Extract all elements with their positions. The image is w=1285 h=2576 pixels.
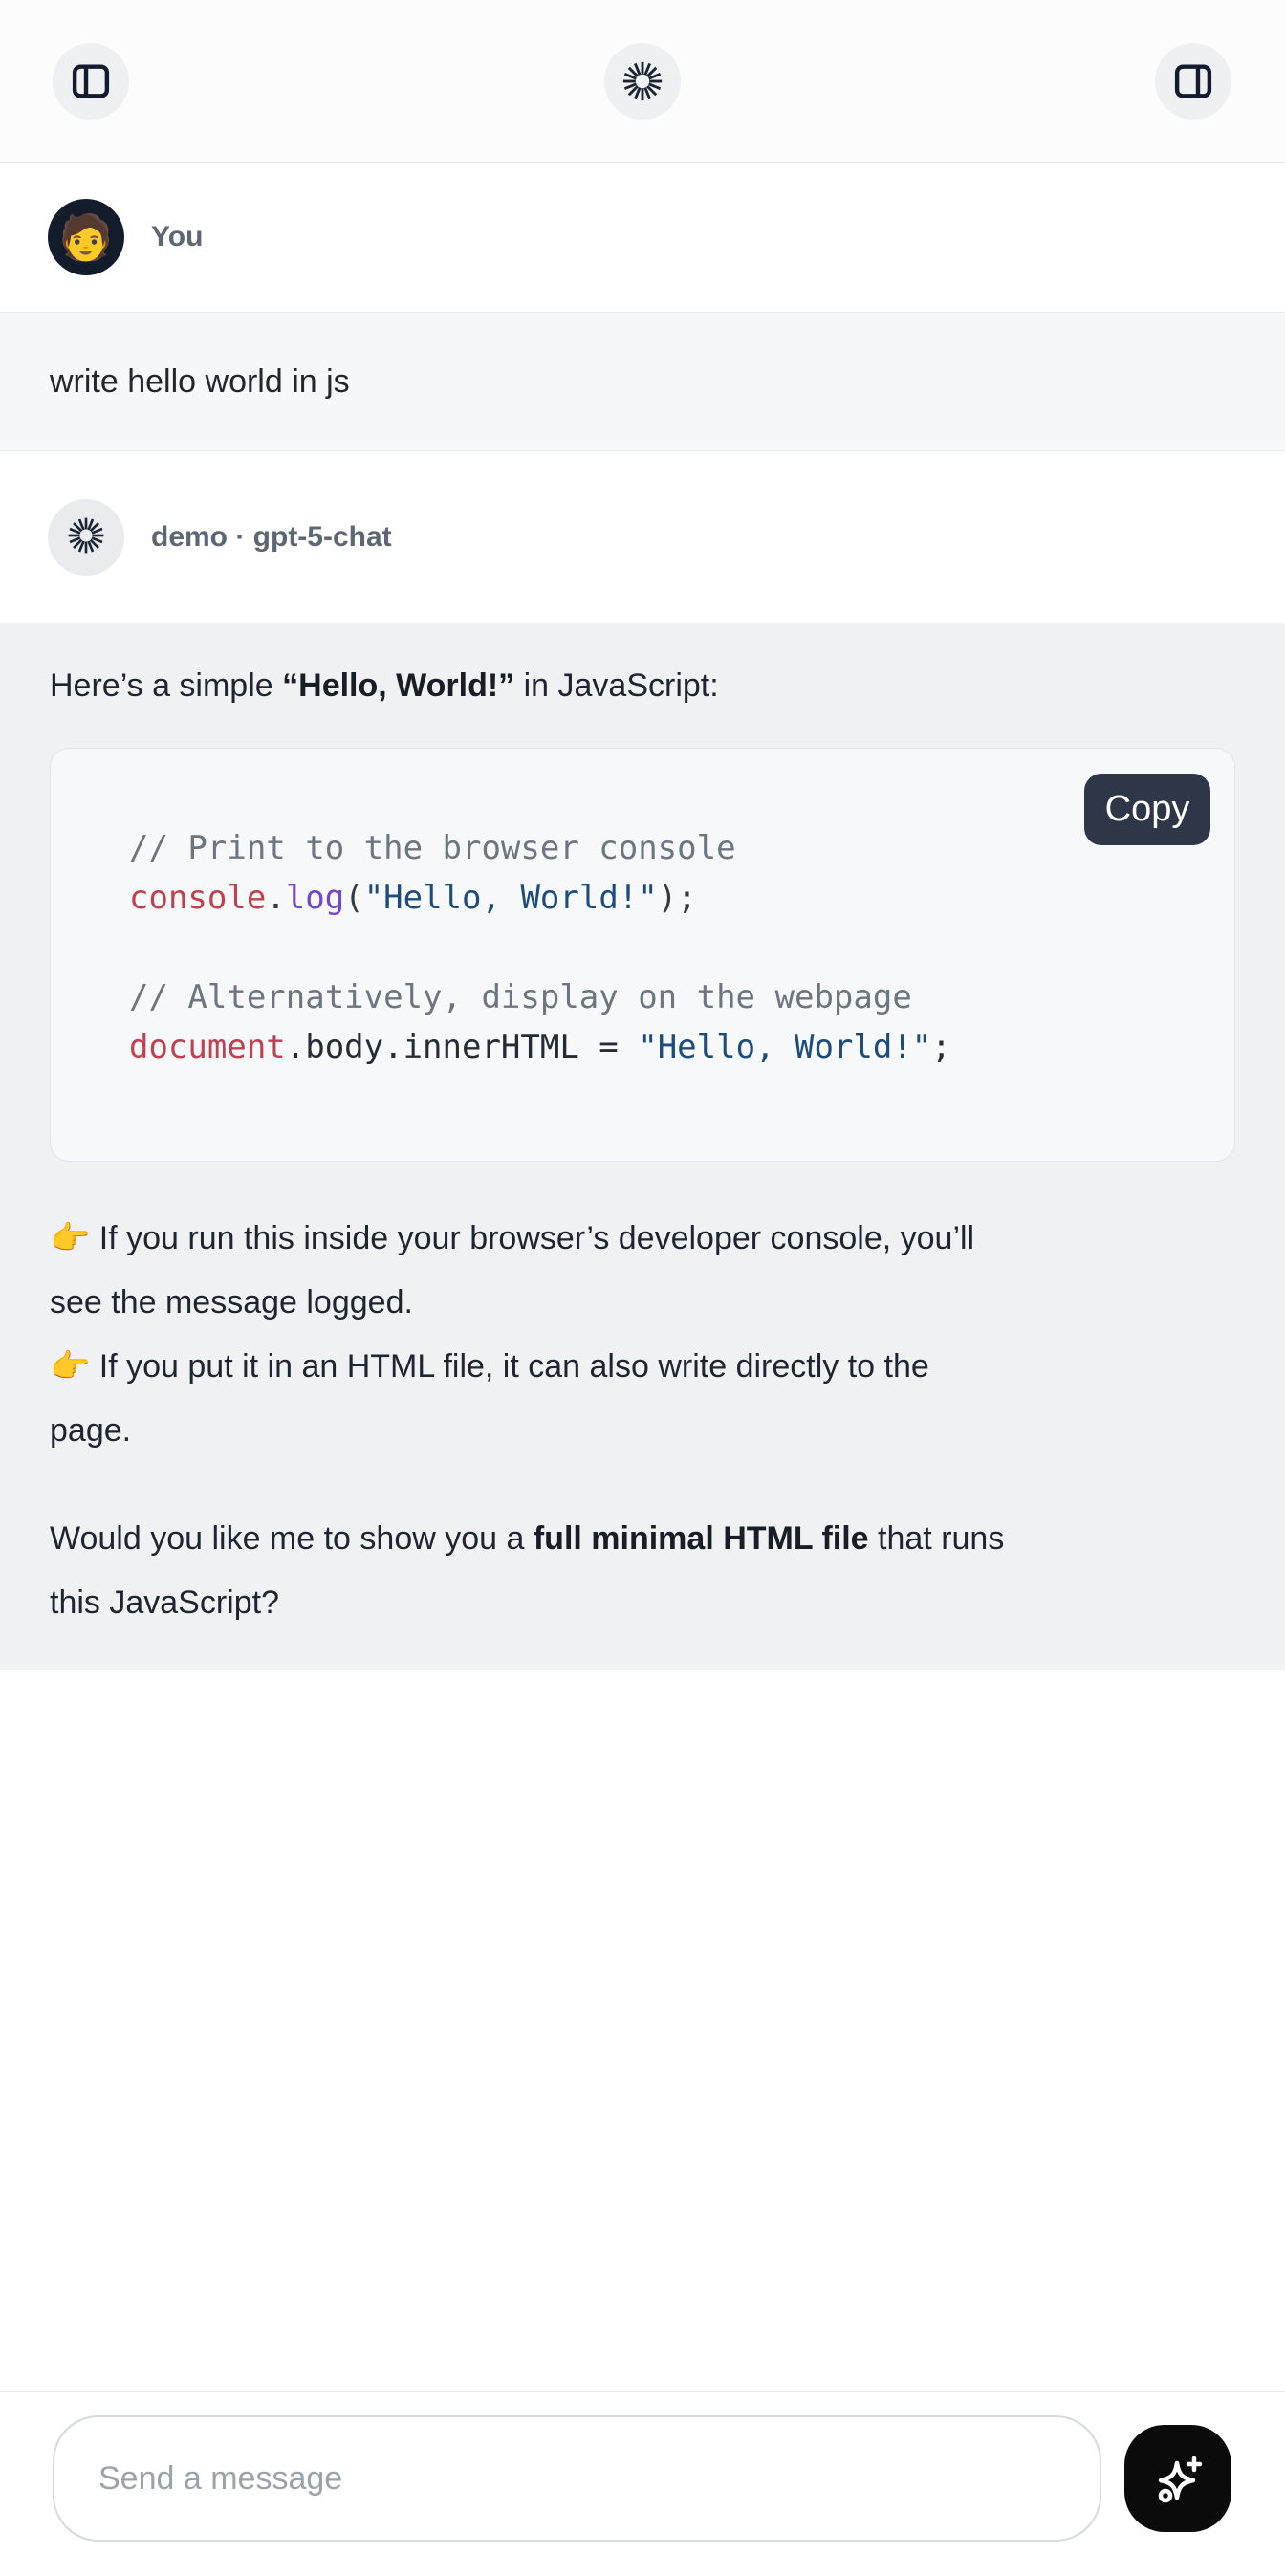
copy-button[interactable]: Copy — [1084, 774, 1210, 845]
starburst-icon — [66, 515, 106, 560]
assistant-intro-paragraph: Here’s a simple “Hello, World!” in JavaS… — [50, 654, 1235, 718]
model-logo-button[interactable] — [604, 43, 681, 120]
right-panel-toggle-button[interactable] — [1155, 43, 1231, 120]
send-button[interactable] — [1124, 2425, 1231, 2532]
user-author-row: 🧑 You — [0, 163, 1285, 312]
sparkle-icon — [1147, 2447, 1209, 2511]
panel-left-icon — [69, 59, 113, 103]
panel-right-icon — [1171, 59, 1215, 103]
user-avatar-emoji: 🧑 — [58, 215, 113, 259]
assistant-author-label: demo · gpt-5-chat — [151, 521, 392, 554]
user-message-text: write hello world in js — [50, 363, 350, 401]
user-message: write hello world in js — [0, 312, 1285, 451]
user-author-label: You — [151, 221, 203, 253]
code-block: Copy // Print to the browser console con… — [50, 748, 1235, 1162]
message-input[interactable] — [53, 2415, 1101, 2542]
assistant-author-row: demo · gpt-5-chat — [0, 451, 1285, 623]
composer-bar — [0, 2391, 1285, 2576]
assistant-message: Here’s a simple “Hello, World!” in JavaS… — [0, 623, 1285, 1670]
starburst-icon — [621, 59, 664, 103]
empty-chat-area — [0, 1670, 1285, 2391]
assistant-question-paragraph: Would you like me to show you a full min… — [50, 1507, 1235, 1635]
sidebar-toggle-button[interactable] — [53, 43, 129, 120]
user-avatar: 🧑 — [48, 199, 124, 275]
top-bar — [0, 0, 1285, 163]
assistant-tips-paragraph: 👉 If you run this inside your browser’s … — [50, 1207, 1235, 1463]
code-content: // Print to the browser console console.… — [51, 749, 1234, 1161]
chat-app-window: 🧑 You write hello world in js — [0, 0, 1285, 2576]
assistant-avatar — [48, 499, 124, 576]
